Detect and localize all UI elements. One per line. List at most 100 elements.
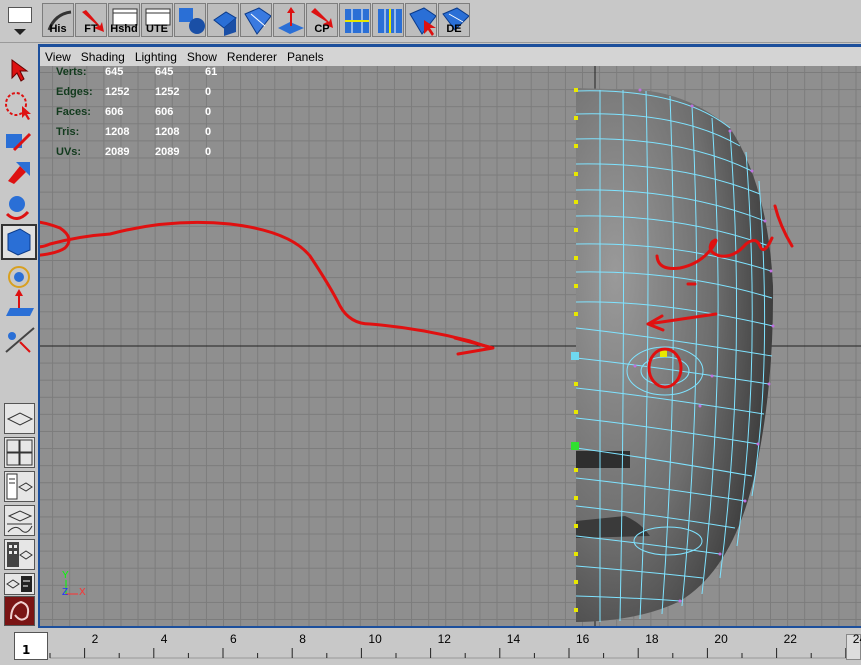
- graph-persp-layout-button[interactable]: [4, 505, 35, 536]
- insert-edge-loop-icon: [345, 9, 369, 33]
- shelf-button[interactable]: UTE: [141, 3, 173, 37]
- hud-value-selected: 645: [155, 66, 174, 78]
- hud-label: UVs:: [56, 146, 82, 158]
- script-editor-layout-button[interactable]: [4, 573, 35, 595]
- select-tool-icon[interactable]: [11, 59, 29, 82]
- shelf-tab-selector[interactable]: [4, 3, 36, 39]
- panel-menu-item[interactable]: Renderer: [222, 50, 282, 64]
- outliner-persp-layout-button[interactable]: [4, 471, 35, 502]
- graph-layout-icon: [7, 510, 33, 533]
- panel-menu-item[interactable]: View: [40, 50, 76, 64]
- scale-tool-icon[interactable]: [1, 224, 37, 260]
- shelf-button[interactable]: CP: [306, 3, 338, 37]
- shelf-button[interactable]: [207, 3, 239, 37]
- sphere-cube-icon: [179, 8, 205, 34]
- hud-value-components: 61: [205, 66, 218, 78]
- panel-menu-item[interactable]: Show: [182, 50, 222, 64]
- shelf-bar: His FT Hshd UTE CP DE: [0, 0, 861, 43]
- move-tool-icon[interactable]: [8, 162, 30, 184]
- head-mesh[interactable]: [571, 88, 775, 622]
- rotate-tool-icon[interactable]: [5, 196, 30, 220]
- panel-menu-bar: View Shading Lighting Show Renderer Panels: [40, 47, 861, 66]
- time-slider-tick-label: 20: [714, 632, 728, 646]
- hud-value-total: 645: [105, 66, 124, 78]
- time-slider-tick-label: 16: [576, 632, 590, 646]
- time-slider-tick-label: 14: [506, 632, 521, 646]
- time-slider-tick-label: 8: [299, 632, 306, 646]
- toolbox: [0, 46, 38, 630]
- shelf-button-label: His: [49, 23, 67, 35]
- shelf-button[interactable]: [240, 3, 272, 37]
- selected-vertex-marker: [571, 352, 579, 360]
- time-slider-tick-label: 4: [160, 632, 168, 646]
- annotation-curve-arrow: [40, 220, 494, 350]
- shelf-button[interactable]: Hshd: [108, 3, 140, 37]
- current-frame-marker[interactable]: 1: [14, 632, 48, 660]
- shelf-button-label: Hshd: [110, 23, 138, 35]
- shelf-button[interactable]: [405, 3, 437, 37]
- hud-label: Faces:: [56, 106, 91, 118]
- lasso-tool-icon[interactable]: [5, 92, 31, 120]
- time-slider-tick-label: 10: [368, 632, 382, 646]
- time-slider-tick-label: 12: [437, 632, 451, 646]
- hud-value-selected: 2089: [155, 146, 180, 158]
- shelf-button[interactable]: [339, 3, 371, 37]
- time-slider-tick-label: 6: [230, 632, 237, 646]
- hud-value-components: 0: [205, 126, 212, 138]
- paint-select-icon[interactable]: [6, 132, 32, 152]
- shelf-button-label: DE: [446, 23, 462, 35]
- shelf-button[interactable]: DE: [438, 3, 470, 37]
- show-manipulator-icon[interactable]: [5, 327, 35, 353]
- soft-mod-tool-icon[interactable]: [6, 289, 34, 316]
- shelf-button-label: CP: [314, 23, 330, 35]
- grid-plane-icon: [6, 412, 34, 426]
- axis-y-label: Y: [62, 570, 69, 581]
- shelf-button-label: UTE: [146, 23, 168, 35]
- four-view-icon: [6, 439, 33, 466]
- shelf-menu-icon: [8, 7, 32, 23]
- hud-label: Verts:: [56, 66, 87, 78]
- maya-logo-button[interactable]: [4, 596, 35, 626]
- time-slider[interactable]: [0, 628, 861, 665]
- outliner-layout-icon: [6, 473, 33, 500]
- hud-value-total: 1208: [105, 126, 130, 138]
- hud-value-selected: 1208: [155, 126, 180, 138]
- edge-ring-icon: [378, 9, 402, 33]
- four-view-layout-button[interactable]: [4, 437, 35, 468]
- shelf-button-label: FT: [84, 23, 98, 35]
- hypershade-layout-icon: [7, 542, 33, 567]
- hypershade-persp-layout-button[interactable]: [4, 539, 35, 570]
- extrude-face-icon: [213, 11, 237, 36]
- select-edge-loop-icon: [409, 7, 436, 36]
- time-slider-ticks: [49, 648, 847, 659]
- shelf-button[interactable]: [174, 3, 206, 37]
- time-slider-tick-label: 24: [852, 632, 861, 646]
- hud-value-total: 2089: [105, 146, 130, 158]
- hud-value-total: 606: [105, 106, 124, 118]
- split-polygon-icon: [244, 7, 271, 35]
- annotation-stroke: [773, 204, 794, 248]
- move-component-icon: [278, 7, 304, 34]
- hud-value-components: 0: [205, 146, 212, 158]
- panel-menu-item[interactable]: Panels: [282, 50, 329, 64]
- time-slider-tick-label: 18: [645, 632, 659, 646]
- current-frame-label: 1: [22, 643, 31, 657]
- axis-z-label: Z: [62, 587, 69, 598]
- shelf-button[interactable]: His: [42, 3, 74, 37]
- shelf-button[interactable]: [372, 3, 404, 37]
- hud-label: Tris:: [56, 126, 80, 138]
- hud-value-components: 0: [205, 106, 212, 118]
- hud-value-components: 0: [205, 86, 212, 98]
- manipulator-tool-icon[interactable]: [8, 266, 30, 288]
- single-perspective-layout-button[interactable]: [4, 403, 35, 434]
- panel-menu-item[interactable]: Shading: [76, 50, 130, 64]
- maya-logo-icon: [10, 600, 30, 621]
- annotation-tool-circle: [40, 220, 71, 257]
- time-slider-tick-label: 22: [783, 632, 797, 646]
- tool-icons: [1, 59, 37, 353]
- panel-menu-item[interactable]: Lighting: [130, 50, 182, 64]
- pivot-marker: [571, 442, 579, 450]
- time-slider-tick-label: 2: [91, 632, 99, 646]
- shelf-button[interactable]: FT: [75, 3, 107, 37]
- shelf-button[interactable]: [273, 3, 305, 37]
